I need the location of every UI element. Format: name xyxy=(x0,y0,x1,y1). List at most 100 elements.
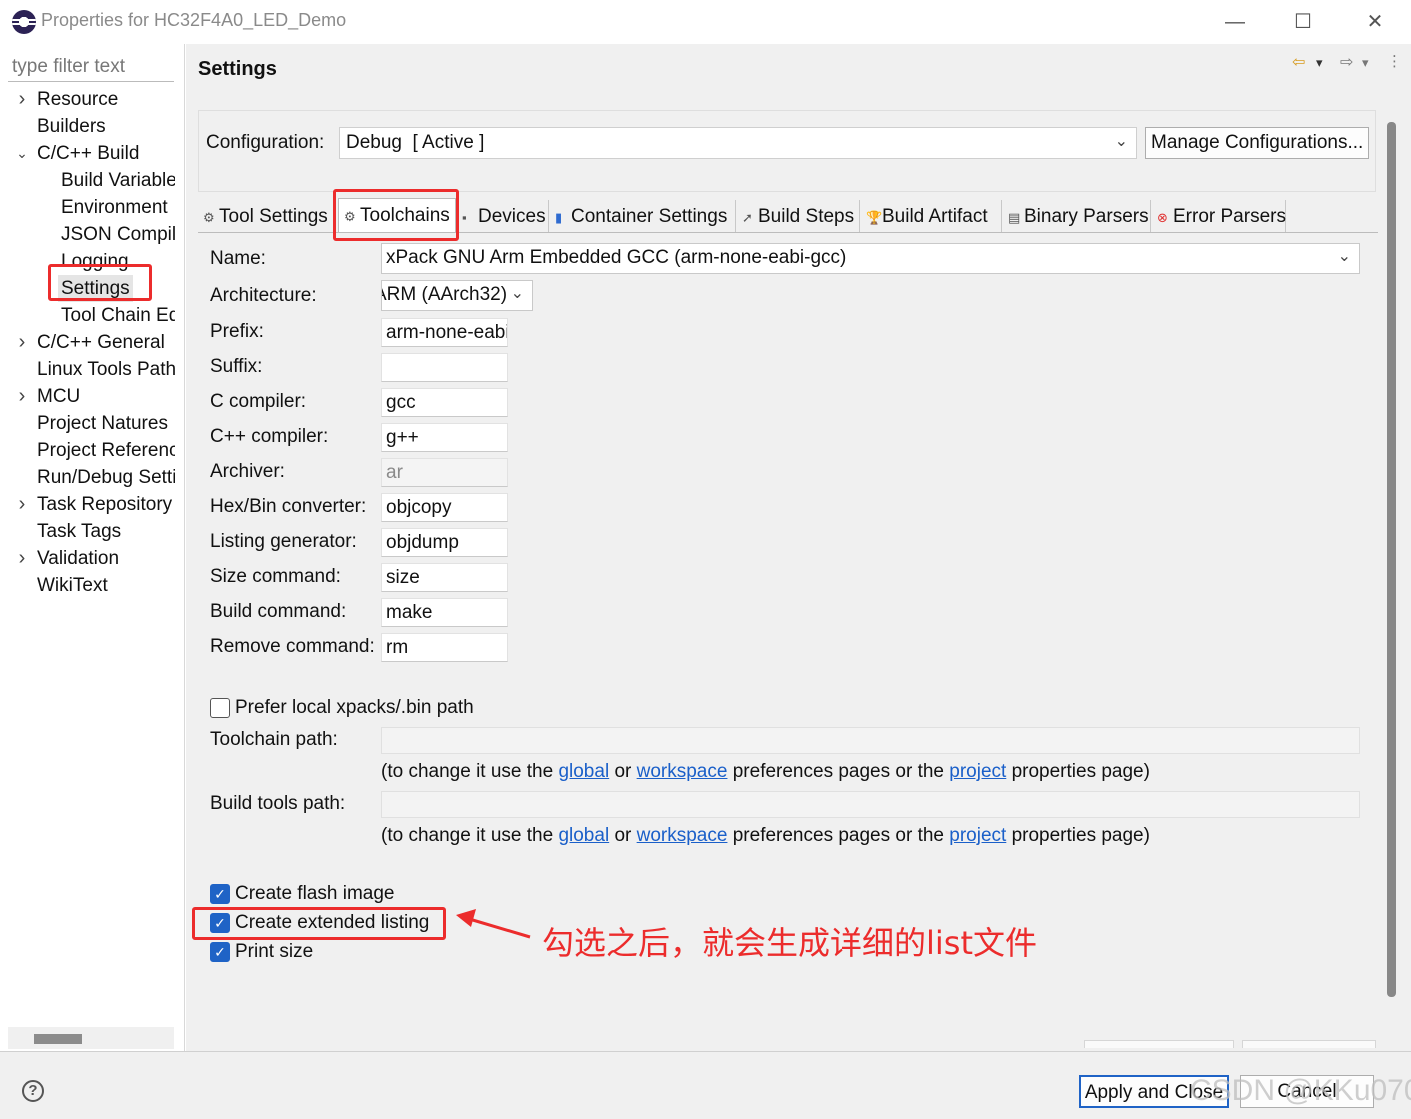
sidebar-item[interactable]: › Validation xyxy=(0,545,175,572)
sidebar-item[interactable]: Tool Chain Editor xyxy=(0,302,175,329)
highlight-settings xyxy=(48,264,152,301)
cpp-compiler-field[interactable]: g++ xyxy=(381,423,508,452)
chevron-right-icon[interactable]: › xyxy=(14,86,30,113)
project-link[interactable]: project xyxy=(949,761,1006,782)
build-tools-path-field xyxy=(381,791,1360,818)
tab-build-artifact[interactable]: 🏆Build Artifact xyxy=(861,200,1002,233)
sidebar-item-label: Build Variables xyxy=(61,170,175,191)
hint-text: (to change it use the xyxy=(381,825,559,846)
tab-binary-parsers[interactable]: ▤ Binary Parsers xyxy=(1003,200,1151,233)
tab-build-steps[interactable]: ➚ Build Steps xyxy=(737,200,860,233)
chevron-down-icon[interactable]: ⌄ xyxy=(14,140,30,167)
hex-bin-converter-field[interactable]: objcopy xyxy=(381,493,508,522)
configuration-select[interactable]: Debug [ Active ] ⌄ xyxy=(339,127,1137,159)
c-compiler-field[interactable]: gcc xyxy=(381,388,508,417)
sidebar-item-label: Run/Debug Settings xyxy=(37,467,175,488)
chevron-right-icon[interactable]: › xyxy=(14,491,30,518)
tab-label: Binary Parsers xyxy=(1024,206,1149,227)
sidebar-item[interactable]: › Resource xyxy=(0,86,175,113)
vertical-scrollbar-thumb[interactable] xyxy=(1387,122,1396,997)
annotation-note: 勾选之后，就会生成详细的list文件 xyxy=(542,924,1038,962)
listing-generator-field[interactable]: objdump xyxy=(381,528,508,557)
prefix-label: Prefix: xyxy=(210,321,264,342)
workspace-link[interactable]: workspace xyxy=(637,825,728,846)
prefer-local-checkbox[interactable] xyxy=(210,698,230,718)
sidebar-item[interactable]: › MCU xyxy=(0,383,175,410)
archiver-field: ar xyxy=(381,458,508,487)
close-button[interactable]: ✕ xyxy=(1350,6,1400,38)
chevron-right-icon[interactable]: › xyxy=(14,383,30,410)
sidebar-item[interactable]: Run/Debug Settings xyxy=(0,464,175,491)
error-icon: ⊗ xyxy=(1157,210,1168,225)
sidebar-item-label: Tool Chain Editor xyxy=(61,305,175,326)
toolchain-path-field xyxy=(381,727,1360,754)
sidebar-item[interactable]: JSON Compilation Database xyxy=(0,221,175,248)
create-flash-image-label: Create flash image xyxy=(235,883,395,904)
tab-label: Error Parsers xyxy=(1173,206,1286,227)
manage-configurations-button[interactable]: Manage Configurations... xyxy=(1145,127,1369,159)
tab-tool-settings[interactable]: ⚙ Tool Settings xyxy=(198,200,336,233)
sidebar-item-label: Task Tags xyxy=(37,521,122,542)
forward-menu-icon[interactable]: ▾ xyxy=(1362,55,1369,71)
tab-label: Container Settings xyxy=(571,206,728,227)
global-link[interactable]: global xyxy=(558,825,609,846)
sidebar-item[interactable]: Project Natures xyxy=(0,410,175,437)
size-command-field[interactable]: size xyxy=(381,563,508,592)
build-command-label: Build command: xyxy=(210,601,347,622)
remove-command-field[interactable]: rm xyxy=(381,633,508,662)
help-icon[interactable]: ? xyxy=(22,1080,44,1102)
view-menu-icon[interactable]: ⋮ xyxy=(1387,52,1402,70)
global-link[interactable]: global xyxy=(558,761,609,782)
sidebar-item-label: Environment xyxy=(61,197,168,218)
tab-devices[interactable]: ▪ Devices xyxy=(457,200,549,233)
sidebar-item-label: MCU xyxy=(37,386,81,407)
tab-container-settings[interactable]: ▮ Container Settings xyxy=(550,200,736,233)
sidebar-item[interactable]: ⌄ C/C++ Build xyxy=(0,140,175,167)
forward-arrow-icon[interactable]: ⇨ xyxy=(1340,52,1353,72)
gear-icon: ⚙ xyxy=(203,210,215,225)
build-tools-path-hint: (to change it use the global or workspac… xyxy=(381,825,1150,847)
sidebar-item[interactable]: Linux Tools Path xyxy=(0,356,175,383)
suffix-field[interactable] xyxy=(381,353,508,382)
sidebar-horizontal-scrollbar[interactable] xyxy=(8,1027,174,1049)
sidebar-item[interactable]: Builders xyxy=(0,113,175,140)
back-arrow-icon[interactable]: ⇦ xyxy=(1292,52,1305,72)
toolchain-name-select[interactable]: xPack GNU Arm Embedded GCC (arm-none-eab… xyxy=(381,243,1360,274)
workspace-link[interactable]: workspace xyxy=(637,761,728,782)
toolchain-path-label: Toolchain path: xyxy=(210,729,338,750)
cpp-compiler-label: C++ compiler: xyxy=(210,426,329,447)
maximize-button[interactable]: ☐ xyxy=(1278,6,1328,38)
architecture-select[interactable]: ARM (AArch32) ⌄ xyxy=(381,280,533,311)
create-flash-image-checkbox[interactable]: ✓ xyxy=(210,884,230,904)
sidebar-item[interactable]: Task Tags xyxy=(0,518,175,545)
tab-label: Build Artifact xyxy=(882,206,988,227)
chevron-right-icon[interactable]: › xyxy=(14,545,30,572)
chevron-right-icon[interactable]: › xyxy=(14,329,30,356)
sidebar-item-label: C/C++ General xyxy=(37,332,165,353)
chevron-down-icon: ⌄ xyxy=(1337,248,1351,265)
sidebar-item[interactable]: › Task Repository xyxy=(0,491,175,518)
sidebar-item[interactable]: Project References xyxy=(0,437,175,464)
build-tools-path-label: Build tools path: xyxy=(210,793,346,814)
build-command-field[interactable]: make xyxy=(381,598,508,627)
filter-input[interactable] xyxy=(8,52,174,82)
suffix-label: Suffix: xyxy=(210,356,263,377)
sidebar-item[interactable]: Environment xyxy=(0,194,175,221)
sidebar-scrollbar-thumb[interactable] xyxy=(34,1034,82,1044)
sidebar-item[interactable]: Build Variables xyxy=(0,167,175,194)
print-size-checkbox[interactable]: ✓ xyxy=(210,942,230,962)
sidebar-item-label: Project References xyxy=(37,440,175,461)
sidebar-item[interactable]: › C/C++ General xyxy=(0,329,175,356)
size-command-label: Size command: xyxy=(210,566,341,587)
prefix-field[interactable]: arm-none-eabi- xyxy=(381,318,508,347)
toolchain-path-hint: (to change it use the global or workspac… xyxy=(381,761,1150,783)
name-label: Name: xyxy=(210,248,266,269)
project-link[interactable]: project xyxy=(949,825,1006,846)
tab-error-parsers[interactable]: ⊗ Error Parsers xyxy=(1152,200,1286,233)
sidebar-item[interactable]: WikiText xyxy=(0,572,175,599)
c-compiler-label: C compiler: xyxy=(210,391,307,412)
minimize-button[interactable]: — xyxy=(1210,6,1260,38)
remove-command-label: Remove command: xyxy=(210,636,375,657)
back-menu-icon[interactable]: ▾ xyxy=(1316,55,1323,71)
sidebar-item-label: Resource xyxy=(37,89,119,110)
